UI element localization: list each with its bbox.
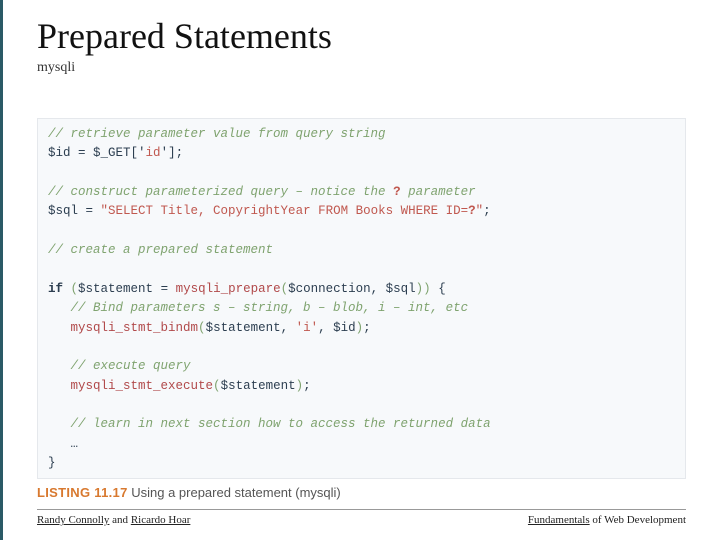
code-token: ( — [71, 282, 79, 296]
code-token: = — [153, 282, 176, 296]
code-token: " — [476, 204, 484, 218]
code-token: $statement — [221, 379, 296, 393]
code-token: ( — [281, 282, 289, 296]
code-token — [48, 321, 71, 335]
code-token: ) — [423, 282, 431, 296]
footer: Randy Connolly and Ricardo Hoar Fundamen… — [37, 509, 686, 526]
slide: Prepared Statements mysqli // retrieve p… — [0, 0, 720, 540]
code-token: = — [78, 204, 101, 218]
code-token: … — [48, 437, 78, 451]
book-title-part: of Web Development — [590, 514, 686, 526]
footer-right: Fundamentals of Web Development — [528, 514, 686, 526]
code-token: ) — [356, 321, 364, 335]
code-token: $id — [48, 146, 71, 160]
page-subtitle: mysqli — [37, 60, 686, 76]
code-token: { — [431, 282, 446, 296]
code-token: ? — [393, 185, 401, 199]
code-token: ; — [483, 204, 491, 218]
code-token: ( — [213, 379, 221, 393]
code-token: ']; — [161, 146, 184, 160]
code-token: "SELECT Title, CopyrightYear FROM Books … — [101, 204, 469, 218]
code-token: $connection, $sql — [288, 282, 416, 296]
author-name: Randy Connolly — [37, 514, 109, 526]
listing-label: LISTING 11.17 — [37, 485, 128, 500]
code-token: , $id — [318, 321, 356, 335]
code-token: mysqli_stmt_execute — [71, 379, 214, 393]
footer-left: Randy Connolly and Ricardo Hoar — [37, 514, 190, 526]
code-comment: // learn in next section how to access t… — [48, 417, 491, 431]
code-token: if — [48, 282, 63, 296]
code-comment: parameter — [401, 185, 476, 199]
code-token: $statement, — [206, 321, 296, 335]
code-token: $sql — [48, 204, 78, 218]
code-token: ; — [363, 321, 371, 335]
code-token: id — [146, 146, 161, 160]
code-token: $_GET[' — [93, 146, 146, 160]
book-title-part: Fundamentals — [528, 514, 590, 526]
code-token: ( — [198, 321, 206, 335]
code-token: ? — [468, 204, 476, 218]
code-token: mysqli_prepare — [176, 282, 281, 296]
code-token: mysqli_stmt_bindm — [71, 321, 199, 335]
code-token: 'i' — [296, 321, 319, 335]
listing-caption: LISTING 11.17 Using a prepared statement… — [37, 485, 686, 500]
code-token: ; — [303, 379, 311, 393]
code-token — [63, 282, 71, 296]
code-token: $statement — [78, 282, 153, 296]
code-token: ) — [296, 379, 304, 393]
code-token: = — [71, 146, 94, 160]
listing-text: Using a prepared statement (mysqli) — [128, 485, 341, 500]
code-token — [48, 379, 71, 393]
page-title: Prepared Statements — [37, 18, 686, 56]
footer-text: and — [109, 514, 130, 526]
author-name: Ricardo Hoar — [131, 514, 191, 526]
code-comment: // execute query — [48, 359, 191, 373]
code-comment: // create a prepared statement — [48, 243, 273, 257]
code-token: } — [48, 456, 56, 470]
code-listing: // retrieve parameter value from query s… — [37, 118, 686, 479]
code-comment: // Bind parameters s – string, b – blob,… — [48, 301, 468, 315]
code-comment: // construct parameterized query – notic… — [48, 185, 393, 199]
code-comment: // retrieve parameter value from query s… — [48, 127, 386, 141]
